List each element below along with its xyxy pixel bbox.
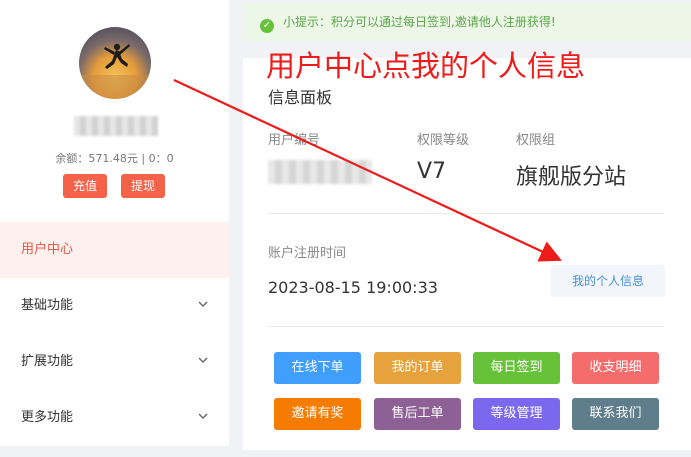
sidebar-item-label: 更多功能 — [21, 410, 74, 425]
after-sales-ticket-button[interactable]: 售后工单 — [374, 398, 461, 430]
sidebar-item-user-center[interactable]: 用户中心 — [0, 222, 229, 278]
tip-text: 小提示：积分可以通过每日签到,邀请他人注册获得! — [283, 15, 556, 29]
user-id-label: 用户编号 — [268, 133, 321, 148]
divider — [268, 326, 664, 327]
sidebar-item-more-functions[interactable]: 更多功能 — [0, 390, 229, 446]
daily-checkin-button[interactable]: 每日签到 — [473, 352, 560, 384]
level-value: V7 — [417, 159, 447, 184]
sidebar-item-label: 基础功能 — [21, 298, 74, 313]
sidebar-item-label: 用户中心 — [21, 242, 74, 257]
divider — [268, 213, 664, 214]
chevron-down-icon — [198, 278, 208, 334]
avatar[interactable] — [79, 27, 151, 99]
transactions-button[interactable]: 收支明细 — [572, 352, 659, 384]
button-label: 收支明细 — [589, 360, 642, 375]
panel-title: 信息面板 — [268, 88, 333, 107]
sidebar-item-basic-functions[interactable]: 基础功能 — [0, 278, 229, 334]
withdraw-button[interactable]: 提现 — [121, 174, 166, 198]
register-time-value: 2023-08-15 19:00:33 — [268, 278, 438, 297]
user-id-blurred — [268, 160, 372, 184]
level-management-button[interactable]: 等级管理 — [473, 398, 560, 430]
button-label: 联系我们 — [589, 406, 642, 421]
button-label: 我的订单 — [391, 360, 444, 375]
register-time-label: 账户注册时间 — [268, 246, 347, 261]
balance-text: 余额：571.48元 | 0：0 — [55, 152, 174, 165]
group-value: 旗舰版分站 — [516, 165, 627, 190]
button-label: 邀请有奖 — [291, 406, 344, 421]
button-label: 售后工单 — [391, 406, 444, 421]
chevron-down-icon — [198, 390, 208, 446]
sidebar-item-label: 扩展功能 — [21, 354, 74, 369]
annotation-title: 用户中心点我的个人信息 — [266, 49, 586, 83]
check-circle-icon: ✓ — [260, 19, 274, 33]
contact-us-button[interactable]: 联系我们 — [572, 398, 659, 430]
invite-reward-button[interactable]: 邀请有奖 — [274, 398, 361, 430]
button-label: 等级管理 — [490, 406, 543, 421]
button-label: 每日签到 — [490, 360, 543, 375]
place-order-button[interactable]: 在线下单 — [274, 352, 361, 384]
sidebar-item-extended-functions[interactable]: 扩展功能 — [0, 334, 229, 390]
chevron-down-icon — [198, 334, 208, 390]
sidebar: 余额：571.48元 | 0：0 充值 提现 用户中心 基础功能 扩展功能 更多… — [0, 0, 229, 446]
level-label: 权限等级 — [417, 133, 470, 148]
recharge-button[interactable]: 充值 — [63, 174, 108, 198]
group-label: 权限组 — [516, 133, 556, 148]
my-orders-button[interactable]: 我的订单 — [374, 352, 461, 384]
my-info-button[interactable]: 我的个人信息 — [551, 265, 665, 297]
tip-banner: ✓ 小提示：积分可以通过每日签到,邀请他人注册获得! — [243, 3, 691, 41]
jumping-person-icon — [79, 43, 151, 99]
username-blurred — [74, 116, 158, 136]
button-label: 在线下单 — [291, 360, 344, 375]
